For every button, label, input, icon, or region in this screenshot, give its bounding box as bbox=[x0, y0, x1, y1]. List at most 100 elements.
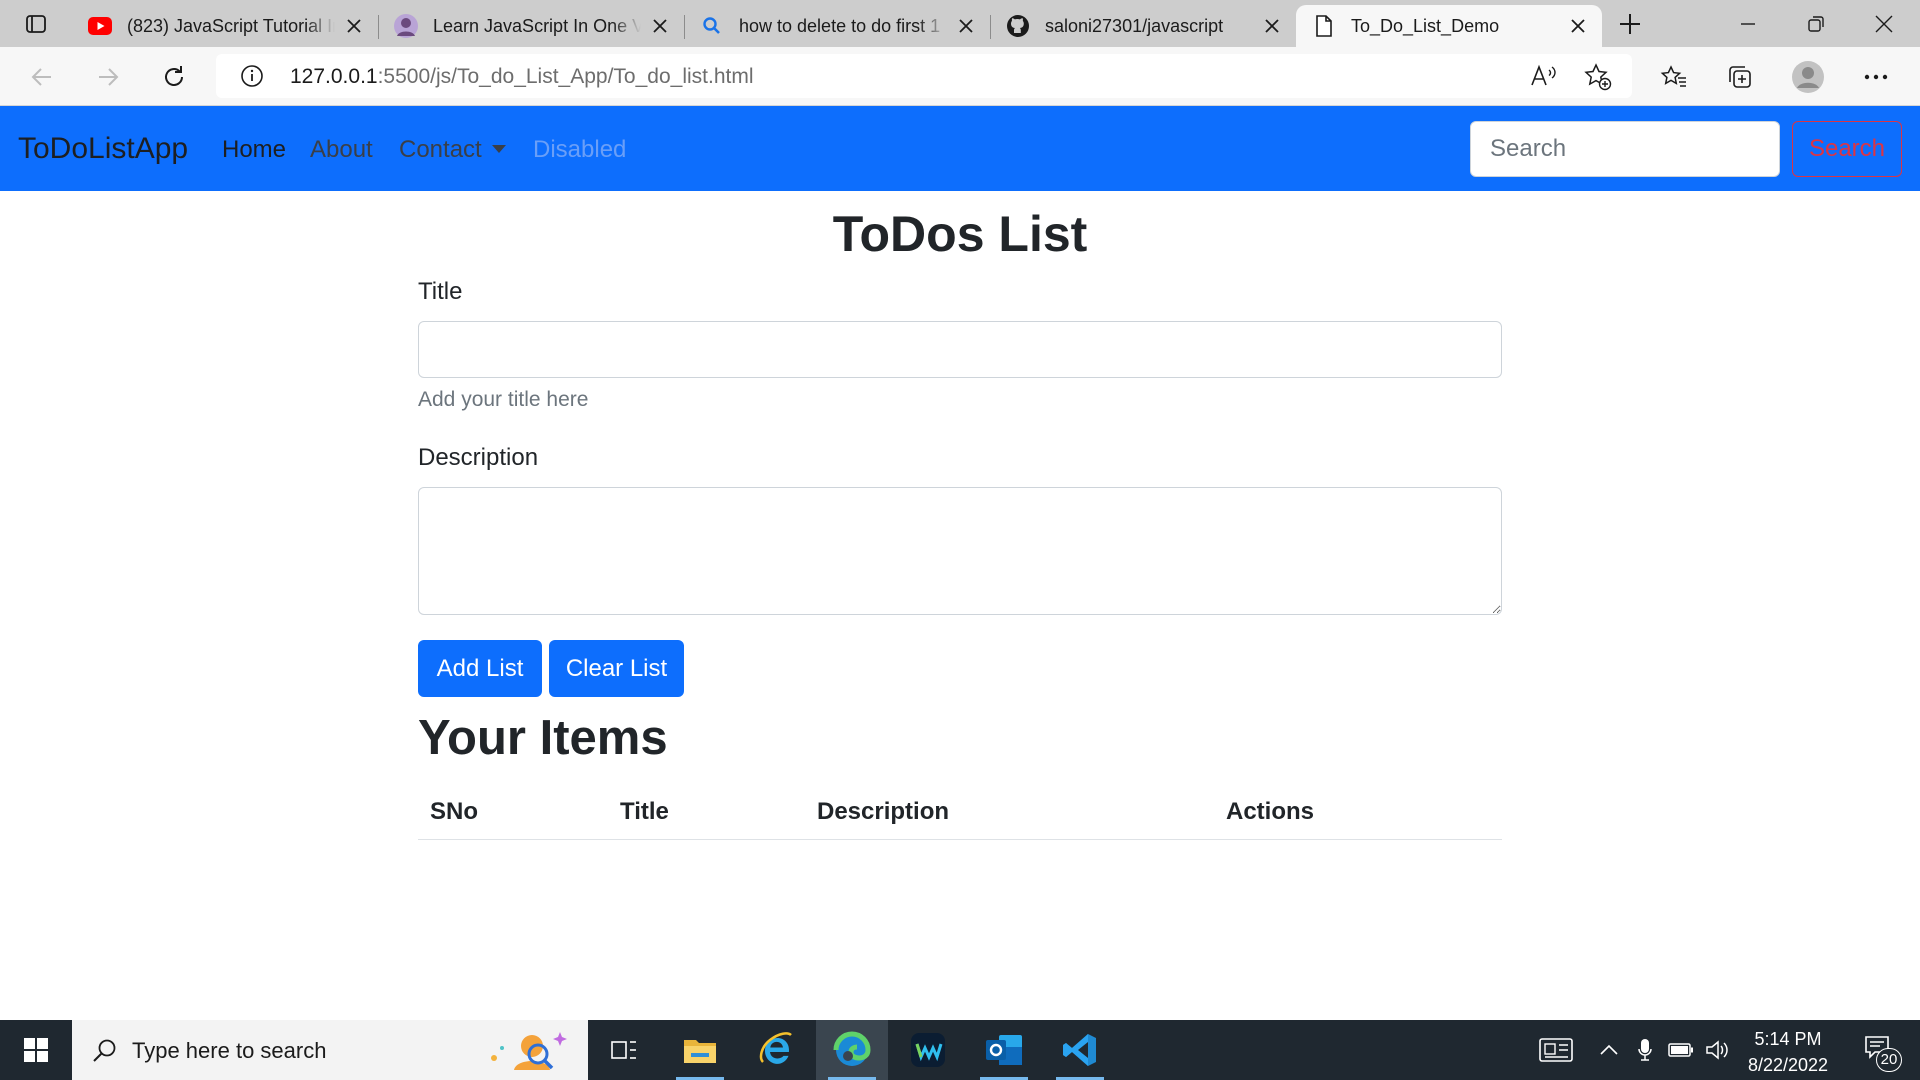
tab-title: saloni27301/javascript bbox=[1045, 15, 1224, 36]
battery-icon bbox=[1668, 1043, 1693, 1057]
windows-logo-icon bbox=[24, 1038, 48, 1062]
address-bar[interactable]: 127.0.0.1:5500/js/To_do_List_App/To_do_l… bbox=[216, 54, 1632, 98]
read-aloud-icon[interactable] bbox=[1530, 64, 1558, 88]
tab-title: Learn JavaScript In One Video bbox=[433, 15, 641, 36]
tab-title: To_Do_List_Demo bbox=[1351, 15, 1500, 36]
url-text[interactable]: 127.0.0.1:5500/js/To_do_List_App/To_do_l… bbox=[290, 65, 754, 89]
folder-icon bbox=[684, 1040, 716, 1063]
volume-button[interactable] bbox=[1702, 1020, 1734, 1080]
column-header-actions: Actions bbox=[1226, 798, 1315, 825]
favorites-icon bbox=[1660, 65, 1686, 87]
clock-date: 8/22/2022 bbox=[1747, 1055, 1829, 1075]
close-tab-icon[interactable] bbox=[342, 14, 366, 38]
vscode-icon bbox=[1063, 1034, 1096, 1066]
minimize-button[interactable] bbox=[1714, 0, 1782, 47]
collections-button[interactable] bbox=[1720, 57, 1760, 97]
navbar-search-input[interactable] bbox=[1470, 121, 1780, 177]
webex-icon bbox=[911, 1033, 945, 1067]
nav-link-about[interactable]: About bbox=[310, 136, 373, 164]
new-tab-button[interactable] bbox=[1602, 6, 1658, 42]
microphone-icon bbox=[1638, 1039, 1652, 1061]
taskbar-search-box[interactable]: Type here to search bbox=[72, 1020, 588, 1080]
battery-button[interactable] bbox=[1666, 1020, 1696, 1080]
internet-explorer-icon bbox=[759, 1032, 792, 1064]
add-favorite-icon[interactable] bbox=[1584, 63, 1612, 91]
avatar-icon bbox=[394, 14, 418, 38]
search-icon bbox=[93, 1039, 116, 1062]
taskbar-webex[interactable] bbox=[892, 1020, 964, 1080]
news-icon bbox=[1539, 1038, 1573, 1062]
page-icon bbox=[1312, 14, 1336, 38]
news-widget-button[interactable] bbox=[1530, 1020, 1582, 1080]
title-label: Title bbox=[418, 278, 463, 305]
url-host: 127.0.0.1 bbox=[290, 65, 378, 88]
refresh-button[interactable] bbox=[154, 57, 194, 97]
close-tab-icon[interactable] bbox=[648, 14, 672, 38]
youtube-icon bbox=[88, 14, 112, 38]
task-view-button[interactable] bbox=[588, 1020, 660, 1080]
taskbar-internet-explorer[interactable] bbox=[740, 1020, 812, 1080]
close-window-button[interactable] bbox=[1850, 0, 1918, 47]
navbar-brand[interactable]: ToDoListApp bbox=[18, 132, 188, 166]
back-button[interactable] bbox=[22, 57, 62, 97]
column-header-title: Title bbox=[620, 798, 669, 825]
plus-icon bbox=[1620, 14, 1640, 34]
browser-tab-youtube[interactable]: (823) JavaScript Tutorial In Hindi bbox=[72, 5, 379, 47]
settings-menu-button[interactable] bbox=[1856, 57, 1896, 97]
tab-actions-icon bbox=[26, 15, 46, 33]
show-hidden-icons-button[interactable] bbox=[1594, 1020, 1624, 1080]
column-header-description: Description bbox=[817, 798, 950, 825]
microphone-button[interactable] bbox=[1632, 1020, 1658, 1080]
nav-link-home[interactable]: Home bbox=[222, 136, 286, 164]
browser-tab-todo-demo[interactable]: To_Do_List_Demo bbox=[1296, 5, 1602, 47]
more-icon bbox=[1864, 74, 1888, 80]
collections-icon bbox=[1729, 66, 1751, 88]
arrow-right-icon bbox=[99, 68, 119, 86]
info-icon[interactable] bbox=[240, 64, 264, 88]
arrow-left-icon bbox=[31, 68, 51, 86]
tab-title: how to delete to do first 1 bbox=[739, 15, 941, 36]
outlook-icon bbox=[986, 1035, 1022, 1065]
nav-link-disabled: Disabled bbox=[533, 136, 627, 163]
restore-icon bbox=[1808, 15, 1824, 32]
edge-icon bbox=[833, 1031, 871, 1066]
caret-down-icon bbox=[491, 144, 506, 153]
close-tab-icon[interactable] bbox=[1566, 14, 1590, 38]
chevron-up-icon bbox=[1600, 1044, 1618, 1055]
forward-button[interactable] bbox=[88, 57, 128, 97]
github-icon bbox=[1006, 14, 1030, 38]
browser-tab-search[interactable]: how to delete to do first 1 bbox=[684, 5, 991, 47]
taskbar-edge[interactable] bbox=[816, 1020, 888, 1080]
clock-time: 5:14 PM bbox=[1754, 1029, 1822, 1049]
title-input[interactable] bbox=[418, 321, 1502, 378]
description-label: Description bbox=[418, 444, 539, 471]
search-icon bbox=[700, 14, 724, 38]
close-tab-icon[interactable] bbox=[1260, 14, 1284, 38]
notification-count-badge: 20 bbox=[1876, 1048, 1902, 1072]
notification-center-button[interactable]: 20 bbox=[1850, 1020, 1910, 1080]
browser-tab-github[interactable]: saloni27301/javascript bbox=[990, 5, 1296, 47]
items-table-header: SNo Title Description Actions bbox=[418, 790, 1502, 840]
browser-tab-learn-js[interactable]: Learn JavaScript In One Video bbox=[378, 5, 685, 47]
task-view-icon bbox=[611, 1041, 636, 1059]
refresh-icon bbox=[165, 66, 183, 86]
restore-button[interactable] bbox=[1782, 0, 1850, 47]
taskbar-file-explorer[interactable] bbox=[664, 1020, 736, 1080]
search-highlight-icon bbox=[491, 1032, 567, 1070]
profile-avatar-icon bbox=[1792, 61, 1824, 93]
navbar-search-button[interactable]: Search bbox=[1792, 121, 1902, 177]
taskbar-outlook[interactable] bbox=[968, 1020, 1040, 1080]
start-button[interactable] bbox=[0, 1020, 72, 1080]
taskbar-clock[interactable]: 5:14 PM 8/22/2022 bbox=[1738, 1026, 1838, 1078]
tab-actions-button[interactable] bbox=[8, 6, 64, 42]
close-tab-icon[interactable] bbox=[954, 14, 978, 38]
clear-list-button[interactable]: Clear List bbox=[549, 640, 684, 697]
description-textarea[interactable] bbox=[418, 487, 1502, 615]
taskbar-vscode[interactable] bbox=[1044, 1020, 1116, 1080]
add-list-button[interactable]: Add List bbox=[418, 640, 542, 697]
page-title: ToDos List bbox=[832, 206, 1088, 262]
nav-dropdown-contact[interactable]: Contact bbox=[399, 136, 506, 164]
favorites-button[interactable] bbox=[1654, 57, 1694, 97]
profile-button[interactable] bbox=[1788, 57, 1828, 97]
speaker-icon bbox=[1706, 1040, 1728, 1060]
